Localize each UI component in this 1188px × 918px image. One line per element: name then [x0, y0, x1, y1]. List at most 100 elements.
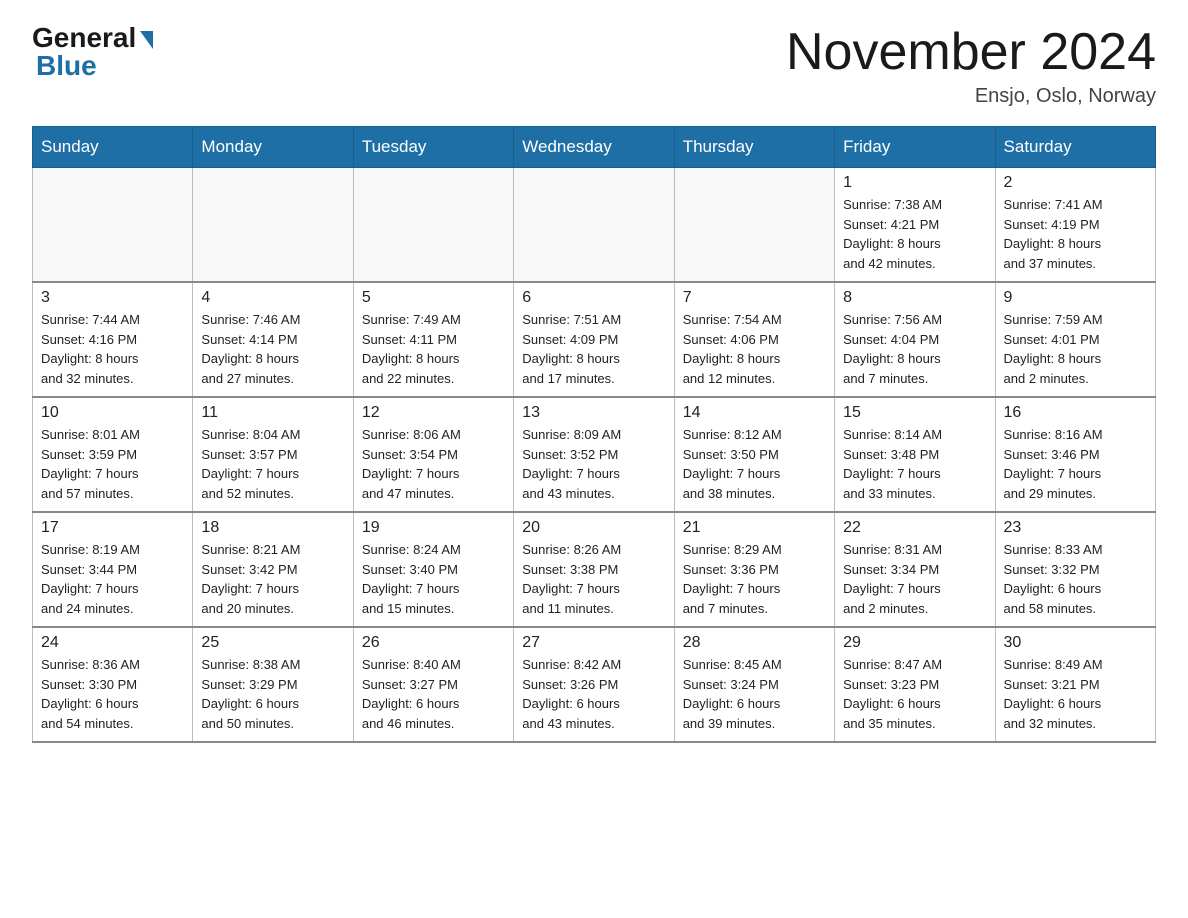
day-info: Sunrise: 8:36 AMSunset: 3:30 PMDaylight:… [41, 655, 184, 733]
calendar-day-cell: 24 Sunrise: 8:36 AMSunset: 3:30 PMDayligh… [33, 627, 193, 742]
calendar-week-row: 3 Sunrise: 7:44 AMSunset: 4:16 PMDaylight… [33, 282, 1156, 397]
day-info: Sunrise: 8:24 AMSunset: 3:40 PMDaylight:… [362, 540, 505, 618]
calendar-day-cell: 21 Sunrise: 8:29 AMSunset: 3:36 PMDayligh… [674, 512, 834, 627]
day-info: Sunrise: 8:40 AMSunset: 3:27 PMDaylight:… [362, 655, 505, 733]
logo-arrow-icon [140, 31, 153, 49]
day-header-row: SundayMondayTuesdayWednesdayThursdayFrid… [33, 127, 1156, 168]
calendar-day-cell: 2 Sunrise: 7:41 AMSunset: 4:19 PMDaylight… [995, 168, 1155, 283]
day-number: 4 [201, 289, 344, 307]
calendar-day-cell: 11Sunrise: 8:04 AMSunset: 3:57 PMDayligh… [193, 397, 353, 512]
calendar-table: SundayMondayTuesdayWednesdayThursdayFrid… [32, 126, 1156, 743]
day-of-week-header: Sunday [33, 127, 193, 168]
calendar-day-cell: 4 Sunrise: 7:46 AMSunset: 4:14 PMDaylight… [193, 282, 353, 397]
day-info: Sunrise: 7:49 AMSunset: 4:11 PMDaylight:… [362, 310, 505, 388]
day-info: Sunrise: 7:38 AMSunset: 4:21 PMDaylight:… [843, 195, 986, 273]
calendar-day-cell: 27 Sunrise: 8:42 AMSunset: 3:26 PMDayligh… [514, 627, 674, 742]
day-info: Sunrise: 8:38 AMSunset: 3:29 PMDaylight:… [201, 655, 344, 733]
day-number: 1 [843, 174, 986, 192]
day-number: 24 [41, 634, 184, 652]
calendar-day-cell: 1 Sunrise: 7:38 AMSunset: 4:21 PMDaylight… [835, 168, 995, 283]
calendar-header: SundayMondayTuesdayWednesdayThursdayFrid… [33, 127, 1156, 168]
header-right: November 2024 Ensjo, Oslo, Norway [786, 24, 1156, 108]
calendar-day-cell [193, 168, 353, 283]
calendar-day-cell: 29Sunrise: 8:47 AMSunset: 3:23 PMDayligh… [835, 627, 995, 742]
location-text: Ensjo, Oslo, Norway [786, 85, 1156, 108]
day-info: Sunrise: 8:12 AMSunset: 3:50 PMDaylight:… [683, 425, 826, 503]
day-of-week-header: Monday [193, 127, 353, 168]
calendar-day-cell: 19 Sunrise: 8:24 AMSunset: 3:40 PMDayligh… [353, 512, 513, 627]
day-number: 13 [522, 404, 665, 422]
page-header: General Blue November 2024 Ensjo, Oslo, … [32, 24, 1156, 108]
calendar-day-cell: 20 Sunrise: 8:26 AMSunset: 3:38 PMDayligh… [514, 512, 674, 627]
day-number: 11 [201, 404, 344, 422]
day-number: 23 [1004, 519, 1147, 537]
day-of-week-header: Friday [835, 127, 995, 168]
day-number: 8 [843, 289, 986, 307]
calendar-day-cell: 8Sunrise: 7:56 AMSunset: 4:04 PMDaylight… [835, 282, 995, 397]
calendar-day-cell: 18 Sunrise: 8:21 AMSunset: 3:42 PMDayligh… [193, 512, 353, 627]
day-number: 29 [843, 634, 986, 652]
day-number: 20 [522, 519, 665, 537]
calendar-day-cell [33, 168, 193, 283]
calendar-week-row: 1 Sunrise: 7:38 AMSunset: 4:21 PMDaylight… [33, 168, 1156, 283]
calendar-day-cell: 14 Sunrise: 8:12 AMSunset: 3:50 PMDayligh… [674, 397, 834, 512]
day-of-week-header: Wednesday [514, 127, 674, 168]
day-info: Sunrise: 8:29 AMSunset: 3:36 PMDaylight:… [683, 540, 826, 618]
day-info: Sunrise: 8:31 AMSunset: 3:34 PMDaylight:… [843, 540, 986, 618]
day-info: Sunrise: 8:21 AMSunset: 3:42 PMDaylight:… [201, 540, 344, 618]
calendar-day-cell: 28 Sunrise: 8:45 AMSunset: 3:24 PMDayligh… [674, 627, 834, 742]
calendar-day-cell: 15 Sunrise: 8:14 AMSunset: 3:48 PMDayligh… [835, 397, 995, 512]
month-year-title: November 2024 [786, 24, 1156, 81]
day-info: Sunrise: 8:42 AMSunset: 3:26 PMDaylight:… [522, 655, 665, 733]
day-number: 3 [41, 289, 184, 307]
day-number: 28 [683, 634, 826, 652]
logo-general-text: General [32, 24, 136, 52]
day-number: 18 [201, 519, 344, 537]
calendar-day-cell: 22 Sunrise: 8:31 AMSunset: 3:34 PMDayligh… [835, 512, 995, 627]
day-info: Sunrise: 7:44 AMSunset: 4:16 PMDaylight:… [41, 310, 184, 388]
day-number: 16 [1004, 404, 1147, 422]
day-number: 17 [41, 519, 184, 537]
calendar-day-cell [674, 168, 834, 283]
calendar-day-cell: 6 Sunrise: 7:51 AMSunset: 4:09 PMDaylight… [514, 282, 674, 397]
day-of-week-header: Saturday [995, 127, 1155, 168]
day-number: 10 [41, 404, 184, 422]
day-number: 22 [843, 519, 986, 537]
day-info: Sunrise: 7:54 AMSunset: 4:06 PMDaylight:… [683, 310, 826, 388]
calendar-week-row: 17Sunrise: 8:19 AMSunset: 3:44 PMDayligh… [33, 512, 1156, 627]
day-number: 7 [683, 289, 826, 307]
calendar-day-cell [514, 168, 674, 283]
day-of-week-header: Thursday [674, 127, 834, 168]
day-info: Sunrise: 8:14 AMSunset: 3:48 PMDaylight:… [843, 425, 986, 503]
day-info: Sunrise: 7:51 AMSunset: 4:09 PMDaylight:… [522, 310, 665, 388]
day-info: Sunrise: 8:33 AMSunset: 3:32 PMDaylight:… [1004, 540, 1147, 618]
day-number: 2 [1004, 174, 1147, 192]
day-number: 26 [362, 634, 505, 652]
logo-blue-text: Blue [36, 50, 97, 82]
day-number: 27 [522, 634, 665, 652]
day-number: 14 [683, 404, 826, 422]
logo: General Blue [32, 24, 153, 82]
calendar-day-cell: 3 Sunrise: 7:44 AMSunset: 4:16 PMDaylight… [33, 282, 193, 397]
calendar-body: 1 Sunrise: 7:38 AMSunset: 4:21 PMDaylight… [33, 168, 1156, 743]
day-info: Sunrise: 8:09 AMSunset: 3:52 PMDaylight:… [522, 425, 665, 503]
day-number: 15 [843, 404, 986, 422]
day-number: 6 [522, 289, 665, 307]
day-info: Sunrise: 8:16 AMSunset: 3:46 PMDaylight:… [1004, 425, 1147, 503]
day-info: Sunrise: 8:26 AMSunset: 3:38 PMDaylight:… [522, 540, 665, 618]
day-info: Sunrise: 8:49 AMSunset: 3:21 PMDaylight:… [1004, 655, 1147, 733]
day-number: 30 [1004, 634, 1147, 652]
calendar-day-cell: 7 Sunrise: 7:54 AMSunset: 4:06 PMDaylight… [674, 282, 834, 397]
day-info: Sunrise: 7:41 AMSunset: 4:19 PMDaylight:… [1004, 195, 1147, 273]
calendar-day-cell: 16 Sunrise: 8:16 AMSunset: 3:46 PMDayligh… [995, 397, 1155, 512]
day-number: 25 [201, 634, 344, 652]
day-info: Sunrise: 7:46 AMSunset: 4:14 PMDaylight:… [201, 310, 344, 388]
day-number: 9 [1004, 289, 1147, 307]
calendar-week-row: 10Sunrise: 8:01 AMSunset: 3:59 PMDayligh… [33, 397, 1156, 512]
day-info: Sunrise: 8:06 AMSunset: 3:54 PMDaylight:… [362, 425, 505, 503]
day-number: 21 [683, 519, 826, 537]
calendar-day-cell: 5Sunrise: 7:49 AMSunset: 4:11 PMDaylight… [353, 282, 513, 397]
day-info: Sunrise: 8:45 AMSunset: 3:24 PMDaylight:… [683, 655, 826, 733]
day-number: 19 [362, 519, 505, 537]
calendar-day-cell: 12Sunrise: 8:06 AMSunset: 3:54 PMDayligh… [353, 397, 513, 512]
